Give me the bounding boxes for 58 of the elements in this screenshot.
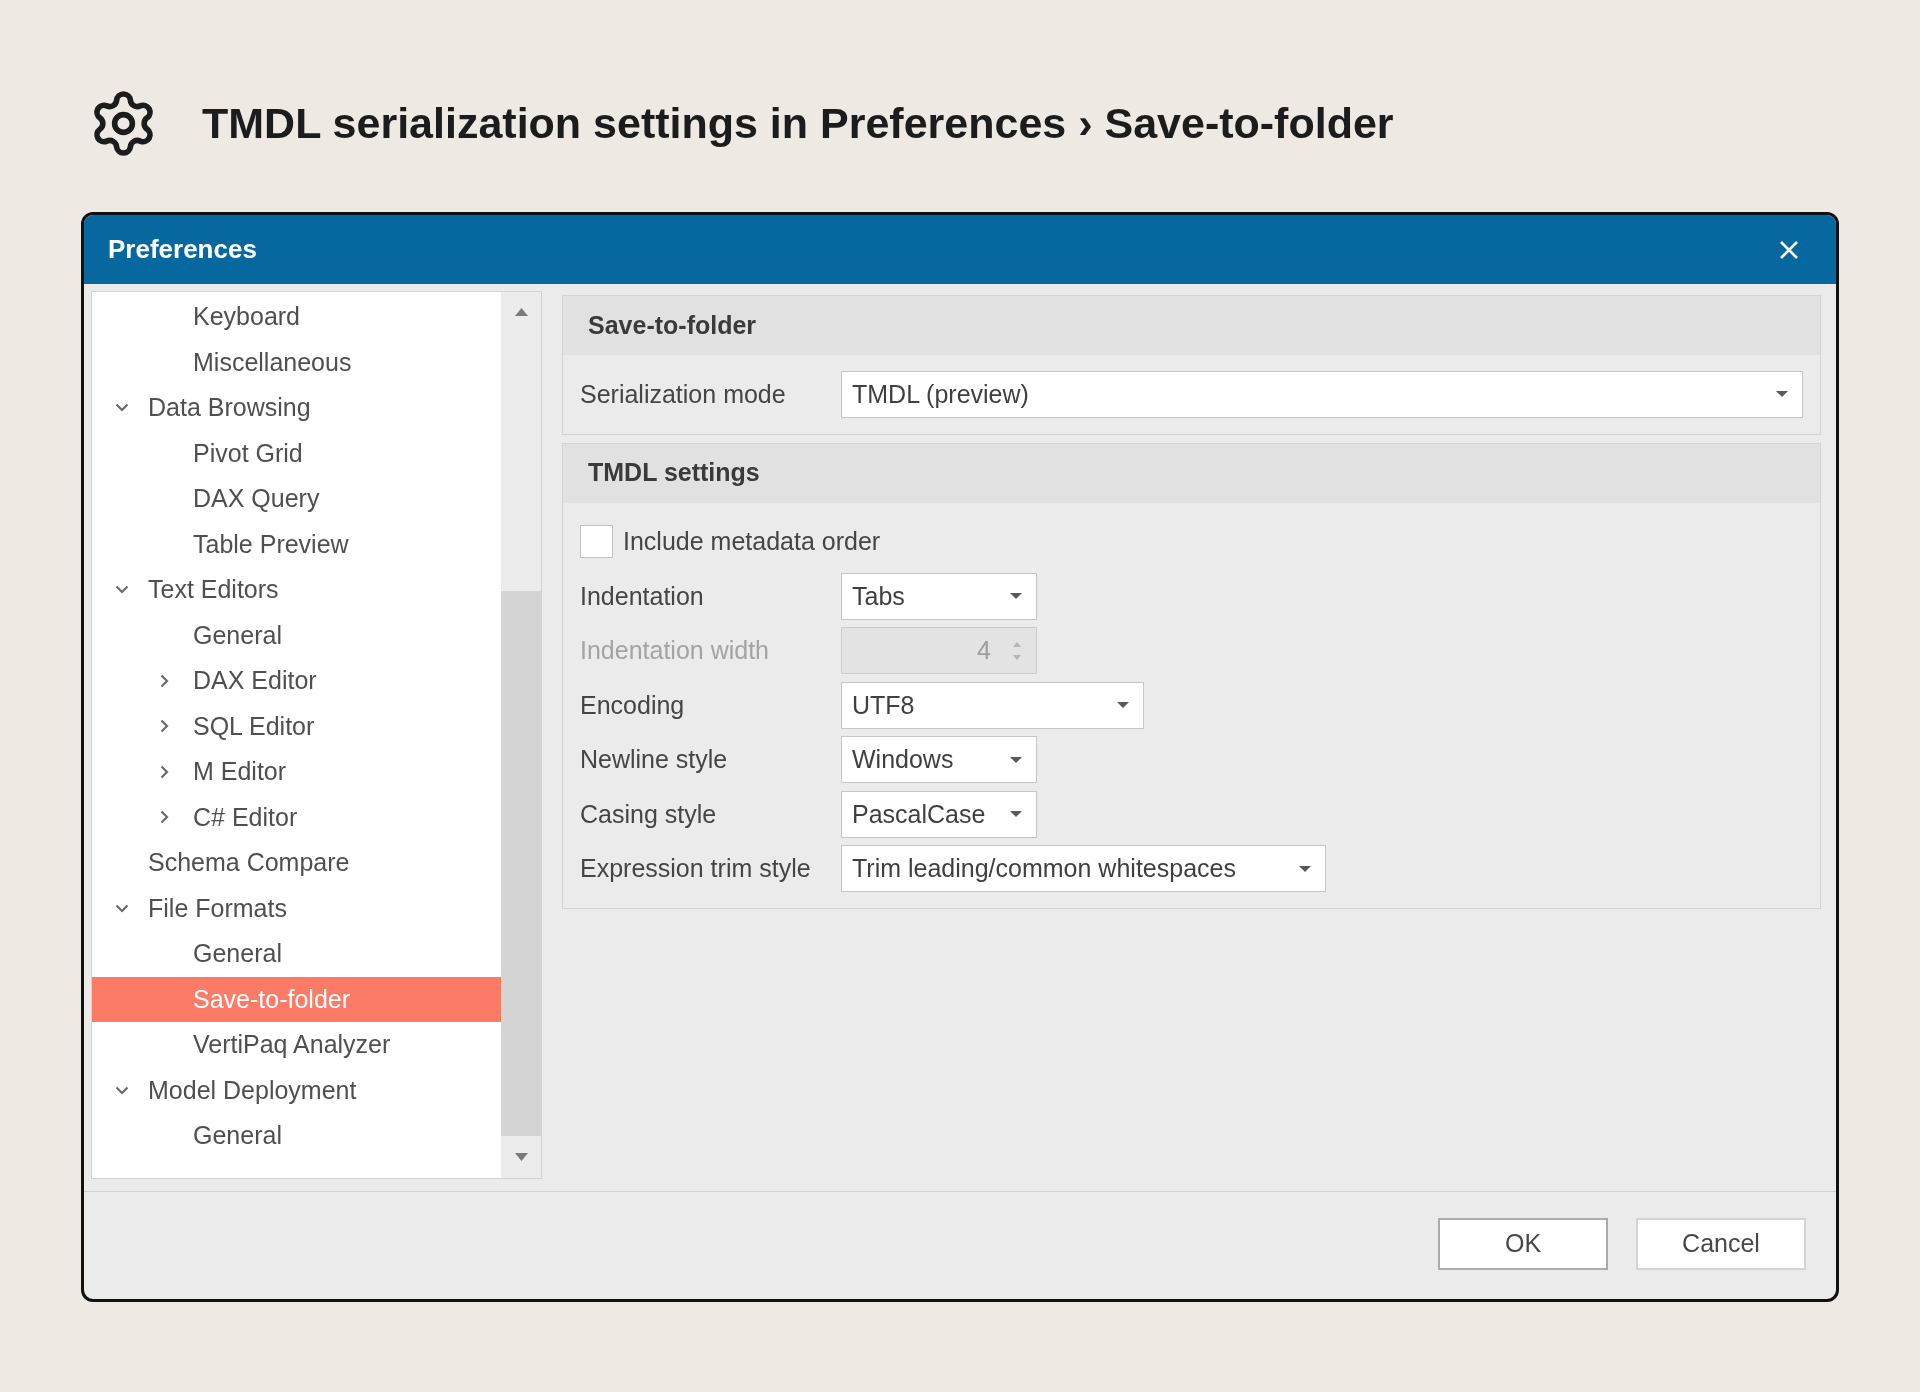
tree-item[interactable]: General <box>92 1113 501 1159</box>
caret-down-icon <box>1010 811 1022 818</box>
tree-item[interactable]: General <box>92 931 501 977</box>
dropdown[interactable]: Windows <box>841 736 1037 784</box>
checkbox[interactable] <box>580 525 613 559</box>
chevron-right-icon[interactable] <box>160 673 169 688</box>
chevron-right-icon[interactable] <box>160 719 169 734</box>
close-icon <box>1779 239 1799 260</box>
section-title: Save-to-folder <box>588 309 757 341</box>
tree-item[interactable]: Pivot Grid <box>92 430 501 476</box>
tree-item[interactable]: DAX Query <box>92 476 501 522</box>
page-heading: TMDL serialization settings in Preferences › Save-to-folder <box>202 98 1394 150</box>
caret-down-icon <box>1010 593 1022 600</box>
field-label: Indentation <box>580 580 705 612</box>
tree-item[interactable]: Keyboard <box>92 294 501 340</box>
scroll-up-icon[interactable] <box>514 308 528 316</box>
dropdown[interactable]: Tabs <box>841 572 1037 620</box>
tree-item[interactable]: VertiPaq Analyzer <box>92 1022 501 1068</box>
field-label: Encoding <box>580 689 686 721</box>
tree-item[interactable]: File Formats <box>92 885 501 931</box>
scroll-down-icon[interactable] <box>514 1153 528 1161</box>
scrollbar[interactable] <box>501 292 541 1178</box>
tree-item[interactable]: M Editor <box>92 749 501 795</box>
tree-item[interactable]: Model Deployment <box>92 1067 501 1113</box>
checkbox-label: Include metadata order <box>623 526 881 557</box>
tree-item[interactable]: Text Editors <box>92 567 501 613</box>
tree-item[interactable]: DAX Editor <box>92 658 501 704</box>
tree-item[interactable]: General <box>92 612 501 658</box>
chevron-down-icon[interactable] <box>115 1085 129 1095</box>
caret-down-icon <box>1010 756 1022 763</box>
tree-item[interactable]: Schema Compare <box>92 840 501 886</box>
caret-down-icon <box>1299 865 1311 872</box>
chevron-right-icon[interactable] <box>160 810 169 825</box>
dropdown[interactable]: TMDL (preview) <box>841 370 1803 418</box>
section-title: TMDL settings <box>588 457 760 489</box>
tree-item[interactable]: C# Editor <box>92 794 501 840</box>
field-label: Casing style <box>580 798 718 830</box>
tree-item[interactable]: Miscellaneous <box>92 339 501 385</box>
dropdown[interactable]: Trim leading/common whitespaces <box>841 845 1326 893</box>
caret-down-icon <box>1776 391 1788 398</box>
dropdown[interactable]: PascalCase <box>841 790 1037 838</box>
chevron-down-icon[interactable] <box>115 585 129 595</box>
tree-item[interactable]: SQL Editor <box>92 703 501 749</box>
tree-item[interactable]: Table Preview <box>92 521 501 567</box>
dialog-button[interactable]: Cancel <box>1636 1218 1806 1270</box>
field-label: Expression trim style <box>580 853 812 884</box>
window-title: Preferences <box>108 233 257 266</box>
field-label: Indentation width <box>580 635 771 666</box>
dialog-button[interactable]: OK <box>1438 1218 1608 1270</box>
tree-item[interactable]: Data Browsing <box>92 385 501 431</box>
chevron-right-icon[interactable] <box>160 764 169 779</box>
field-label: Serialization mode <box>580 378 787 410</box>
dropdown[interactable]: UTF8 <box>841 681 1144 729</box>
field-label: Newline style <box>580 744 729 775</box>
chevron-down-icon[interactable] <box>115 903 129 913</box>
chevron-down-icon[interactable] <box>115 403 129 413</box>
caret-down-icon <box>1117 702 1129 709</box>
scrollbar-thumb[interactable] <box>501 591 541 1136</box>
